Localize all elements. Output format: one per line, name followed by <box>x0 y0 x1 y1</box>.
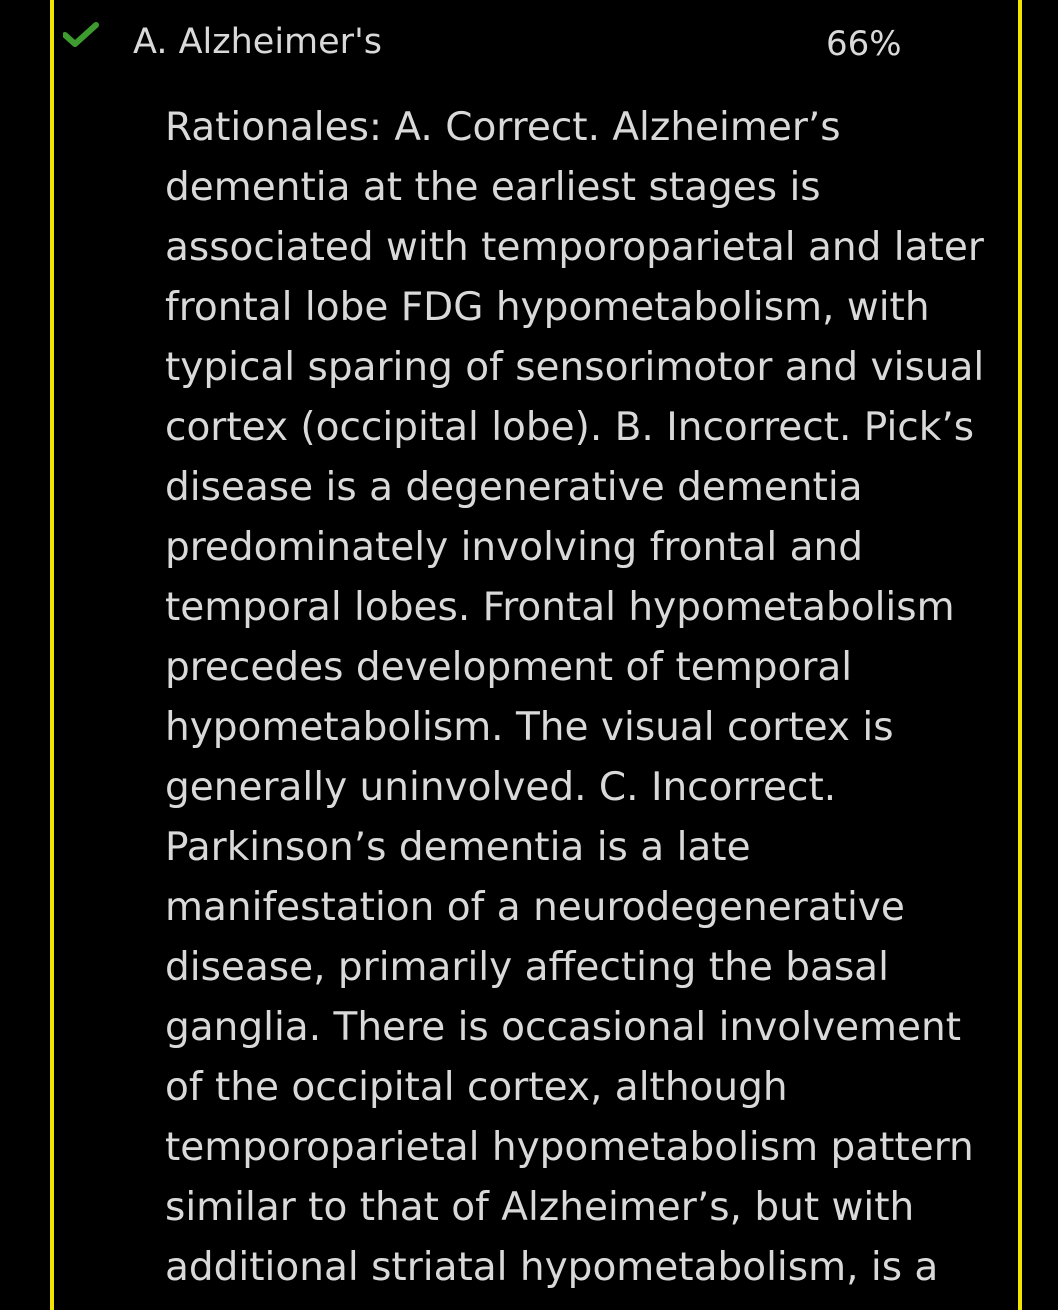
rationale-line: disease is a degenerative dementia <box>165 465 863 510</box>
rationale-line: temporoparietal hypometabolism pattern <box>165 1125 974 1170</box>
rationale-line: of the occipital cortex, although <box>165 1065 788 1110</box>
rationale-line: disease, primarily affecting the basal <box>165 945 889 990</box>
rationale-text: Rationales: A. Correct. Alzheimer’s deme… <box>165 98 1025 1298</box>
rationale-line: temporal lobes. Frontal hypometabolism <box>165 585 955 630</box>
rationale-line: predominately involving frontal and <box>165 525 863 570</box>
rationale-line: additional striatal hypometabolism, is a <box>165 1245 939 1290</box>
rationale-line: dementia at the earliest stages is <box>165 165 821 210</box>
answer-percent: 66% <box>826 24 902 64</box>
rationale-line: precedes development of temporal <box>165 645 853 690</box>
check-icon <box>62 22 99 48</box>
rationale-line: manifestation of a neurodegenerative <box>165 885 905 930</box>
rationale-line: similar to that of Alzheimer’s, but with <box>165 1185 915 1230</box>
rationale-line: ganglia. There is occasional involvement <box>165 1005 962 1050</box>
rationale-line: typical sparing of sensorimotor and visu… <box>165 345 985 390</box>
rationale-line: Parkinson’s dementia is a late <box>165 825 751 870</box>
rationale-line: associated with temporoparietal and late… <box>165 225 984 270</box>
rationale-line: hypometabolism. The visual cortex is <box>165 705 894 750</box>
rationale-line: generally uninvolved. C. Incorrect. <box>165 765 837 810</box>
answer-option-label: A. Alzheimer's <box>133 22 382 62</box>
rationale-line: cortex (occipital lobe). B. Incorrect. P… <box>165 405 975 450</box>
rationale-line: frontal lobe FDG hypometabolism, with <box>165 285 930 330</box>
rationale-line: Rationales: A. Correct. Alzheimer’s <box>165 105 841 150</box>
